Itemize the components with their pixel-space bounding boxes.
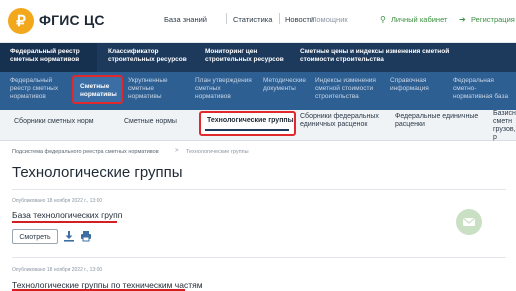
sub-nav-estimate-norms-label: Сметные нормативы bbox=[80, 83, 117, 98]
user-icon: ⚲ bbox=[380, 15, 386, 24]
chat-icon[interactable] bbox=[456, 209, 482, 235]
document-date: Опубликовано 18 ноября 2022 г., 13:00 bbox=[12, 267, 103, 273]
brand-title[interactable]: ФГИС ЦС bbox=[39, 12, 105, 28]
sub-nav-reference[interactable]: Справочная информация bbox=[390, 77, 446, 93]
tab-fer-collections[interactable]: Сборники федеральных единичных расценок bbox=[300, 113, 386, 129]
sub-nav-estimate-norms[interactable]: Сметные нормативы bbox=[72, 75, 123, 104]
tab-fer-prices[interactable]: Федеральные единичные расценки bbox=[395, 113, 481, 129]
nav-knowledge-base[interactable]: База знаний bbox=[164, 15, 207, 24]
tab-norms[interactable]: Сметные нормы bbox=[124, 118, 177, 126]
envelope-icon bbox=[462, 217, 476, 226]
active-tab-indicator bbox=[205, 129, 289, 131]
divider bbox=[12, 257, 506, 258]
nav-news[interactable]: Новости bbox=[285, 15, 314, 24]
logo-icon[interactable]: ₽ bbox=[8, 8, 34, 34]
page-title: Технологические группы bbox=[12, 164, 183, 181]
main-nav-monitoring[interactable]: Мониторинг цен строительных ресурсов bbox=[205, 48, 289, 64]
tab-base-cargo[interactable]: Базисн сметн грузов, р bbox=[493, 110, 516, 142]
tab-tech-groups[interactable]: Технологические группы bbox=[199, 111, 296, 136]
register-link[interactable]: Регистрация bbox=[471, 15, 515, 24]
cabinet-link[interactable]: Личный кабинет bbox=[391, 15, 447, 24]
sub-nav-enlarged[interactable]: Укрупненные сметные нормативы bbox=[128, 77, 188, 101]
document-date: Опубликовано 18 ноября 2022 г., 13:00 bbox=[12, 198, 103, 204]
view-button[interactable]: Смотреть bbox=[12, 229, 58, 244]
document-title[interactable]: База технологических групп bbox=[12, 210, 122, 220]
tab-tech-groups-label: Технологические группы bbox=[207, 117, 294, 124]
sub-nav-base[interactable]: Федеральная сметно-нормативная база bbox=[453, 77, 515, 101]
sub-nav-plan[interactable]: План утверждения сметных нормативов bbox=[195, 77, 255, 101]
breadcrumb-parent[interactable]: Подсистема федерального реестра сметных … bbox=[12, 149, 159, 155]
divider bbox=[279, 13, 280, 24]
divider bbox=[226, 13, 227, 24]
print-icon[interactable] bbox=[80, 230, 92, 242]
main-nav-classifier[interactable]: Классификатор строительных ресурсов bbox=[108, 48, 192, 64]
highlight-underline bbox=[12, 221, 117, 223]
main-nav-registry[interactable]: Федеральный реестр сметных нормативов bbox=[10, 48, 94, 64]
nav-assistant[interactable]: Помощник bbox=[311, 15, 348, 24]
divider bbox=[12, 189, 506, 190]
breadcrumb-separator: > bbox=[175, 148, 179, 154]
sub-nav-indexes[interactable]: Индексы изменения сметной стоимости стро… bbox=[315, 77, 387, 101]
sub-nav-methodical[interactable]: Методические документы bbox=[263, 77, 311, 93]
login-icon: ➔ bbox=[459, 15, 466, 24]
nav-statistics[interactable]: Статистика bbox=[233, 15, 272, 24]
tab-collections[interactable]: Сборники сметных норм bbox=[14, 118, 94, 126]
main-nav: Федеральный реестр сметных нормативов Кл… bbox=[0, 43, 516, 72]
sub-nav-registry[interactable]: Федеральный реестр сметных нормативов bbox=[10, 77, 66, 101]
top-header: ₽ ФГИС ЦС База знаний Статистика Новости… bbox=[0, 0, 516, 43]
breadcrumb-current: Технологические группы bbox=[186, 149, 249, 155]
main-nav-prices[interactable]: Сметные цены и индексы изменения сметной… bbox=[300, 48, 475, 64]
download-icon[interactable] bbox=[63, 230, 75, 242]
logo-letter: ₽ bbox=[16, 13, 26, 30]
